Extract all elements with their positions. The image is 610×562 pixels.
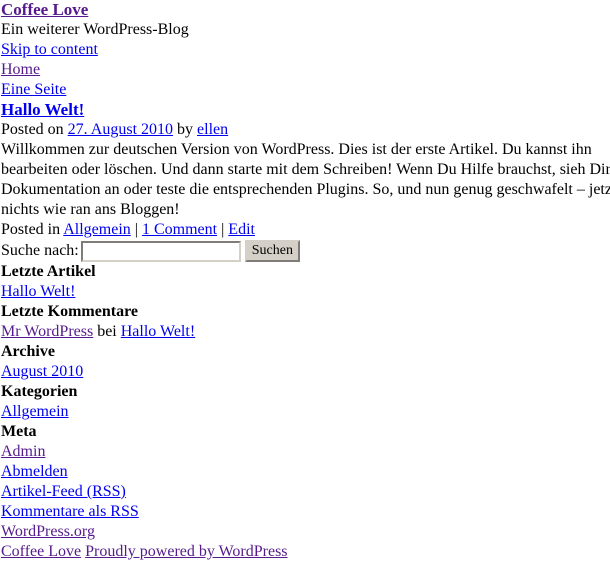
list-item: Admin: [1, 442, 610, 462]
meta-link-abmelden[interactable]: Abmelden: [1, 463, 68, 480]
footer-credit-link[interactable]: Proudly powered by WordPress: [85, 543, 287, 560]
list-item: August 2010: [1, 362, 610, 382]
widget-title-archive: Archive: [1, 343, 55, 360]
search-input[interactable]: [80, 240, 241, 262]
meta-link-wordpress-org[interactable]: WordPress.org: [1, 523, 95, 540]
post-utility: Posted in Allgemein | 1 Comment | Edit: [1, 220, 610, 240]
list-item: WordPress.org: [1, 522, 610, 542]
search-submit-button[interactable]: Suchen: [244, 240, 300, 262]
widget-title-letzte-kommentare: Letzte Kommentare: [1, 303, 138, 320]
widget-title-meta: Meta: [1, 423, 37, 440]
list-item: Allgemein: [1, 402, 610, 422]
search-label: Suche nach:: [1, 242, 79, 259]
site-tagline: Ein weiterer WordPress-Blog: [1, 21, 189, 38]
archive-link[interactable]: August 2010: [1, 363, 83, 380]
comment-author-link[interactable]: Mr WordPress: [1, 323, 93, 340]
utility-separator-2: |: [217, 221, 229, 238]
nav-item-home: Home: [1, 60, 610, 80]
post-date-link[interactable]: 27. August 2010: [68, 121, 173, 138]
meta-link-kommentare-rss[interactable]: Kommentare als RSS: [1, 503, 139, 520]
post-edit-link[interactable]: Edit: [228, 221, 255, 238]
post-meta: Posted on 27. August 2010 by ellen: [1, 120, 610, 140]
nav-link-home[interactable]: Home: [1, 61, 40, 78]
list-item: Kommentare als RSS: [1, 502, 610, 522]
list-item: Artikel-Feed (RSS): [1, 482, 610, 502]
meta-link-admin[interactable]: Admin: [1, 443, 45, 460]
widget-title-letzte-artikel: Letzte Artikel: [1, 263, 96, 280]
skip-to-content: Skip to content: [1, 40, 610, 60]
post-title: Hallo Welt!: [1, 100, 610, 120]
post-meta-posted-on: Posted on: [1, 121, 68, 138]
list-item: Mr WordPress bei Hallo Welt!: [1, 322, 610, 342]
post-meta-by: by: [173, 121, 198, 138]
nav-item-eine-seite: Eine Seite: [1, 80, 610, 100]
post-title-link[interactable]: Hallo Welt!: [1, 100, 84, 119]
recent-post-link[interactable]: Hallo Welt!: [1, 283, 75, 300]
comment-post-link[interactable]: Hallo Welt!: [121, 323, 195, 340]
skip-to-content-link[interactable]: Skip to content: [1, 41, 98, 58]
utility-separator-1: |: [130, 221, 142, 238]
search-form: Suche nach: Suchen: [1, 240, 610, 262]
page-root: Coffee Love Ein weiterer WordPress-Blog …: [0, 0, 610, 562]
nav-link-eine-seite[interactable]: Eine Seite: [1, 81, 66, 98]
post-category-link[interactable]: Allgemein: [63, 221, 131, 238]
footer-site-link[interactable]: Coffee Love: [1, 543, 81, 560]
widget-title-kategorien: Kategorien: [1, 383, 78, 400]
list-item: Abmelden: [1, 462, 610, 482]
post-content: Willkommen zur deutschen Version von Wor…: [1, 141, 610, 218]
post-utility-posted-in: Posted in: [1, 221, 64, 238]
site-title-link[interactable]: Coffee Love: [1, 0, 88, 19]
meta-link-artikel-feed[interactable]: Artikel-Feed (RSS): [1, 483, 126, 500]
category-link[interactable]: Allgemein: [1, 403, 69, 420]
site-title: Coffee Love: [1, 0, 610, 20]
post-comments-link[interactable]: 1 Comment: [142, 221, 217, 238]
list-item: Hallo Welt!: [1, 282, 610, 302]
comment-joiner: bei: [93, 323, 121, 340]
site-footer: Coffee Love Proudly powered by WordPress: [1, 542, 610, 562]
post-author-link[interactable]: ellen: [197, 121, 228, 138]
